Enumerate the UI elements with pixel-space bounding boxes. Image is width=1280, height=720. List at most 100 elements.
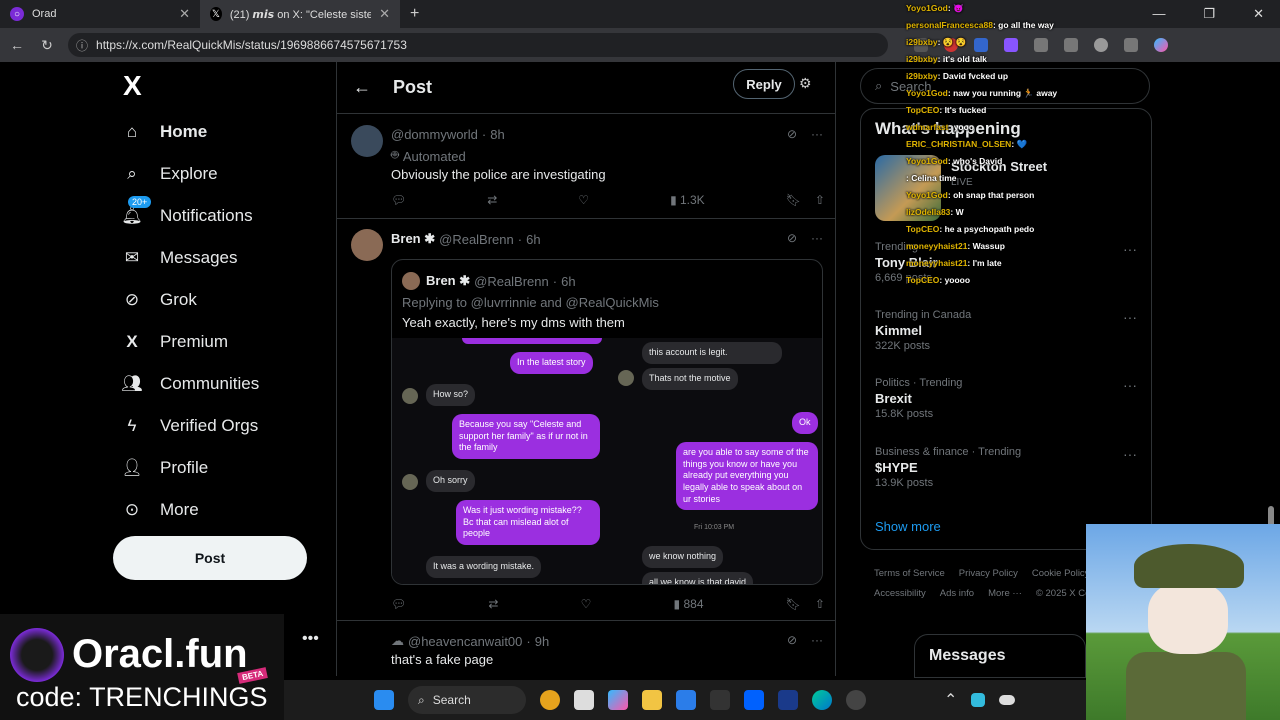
- share-icon[interactable]: ⇧: [815, 597, 825, 611]
- tweet-handle[interactable]: @heavencanwait00: [408, 634, 522, 649]
- retweet-icon[interactable]: ⇄: [488, 597, 498, 611]
- trend-item[interactable]: Politics · Trending Brexit 15.8K posts ·…: [875, 377, 1145, 420]
- tweet-dommyworld[interactable]: @dommyworld · 8h 🤖︎ Automated Obviously …: [337, 115, 835, 219]
- close-tab-icon[interactable]: ✕: [179, 6, 190, 22]
- file-explorer-icon[interactable]: [642, 690, 662, 710]
- copilot-icon[interactable]: [1154, 38, 1168, 52]
- tray-chevron-icon[interactable]: ⌃: [944, 690, 957, 710]
- url-field[interactable]: ⓘ https://x.com/RealQuickMis/status/1969…: [68, 33, 888, 57]
- more-options-icon[interactable]: ···: [811, 127, 823, 141]
- quote-text: Yeah exactly, here's my dms with them: [402, 315, 625, 330]
- footer-link[interactable]: More ···: [988, 584, 1022, 604]
- streamer-webcam-avatar: [1086, 524, 1280, 720]
- site-info-icon[interactable]: ⓘ: [76, 37, 88, 54]
- messages-drawer[interactable]: Messages: [914, 634, 1086, 678]
- tab-x-post[interactable]: 𝕏 (21) 𝙢𝙞𝙨 on X: "Celeste sister spe ✕: [200, 0, 400, 28]
- store-icon[interactable]: [676, 690, 696, 710]
- maximize-icon[interactable]: ❐: [1203, 6, 1215, 22]
- nav-grok[interactable]: ⊘ Grok: [120, 288, 197, 312]
- nav-explore[interactable]: ⌕ Explore: [120, 162, 217, 186]
- menu-dots-icon[interactable]: [1124, 38, 1138, 52]
- grok-explain-icon[interactable]: ⊘: [787, 633, 797, 647]
- tweet-time[interactable]: 6h: [526, 232, 540, 247]
- tweet-time[interactable]: 9h: [535, 634, 549, 649]
- onedrive-icon[interactable]: [999, 695, 1016, 705]
- account-menu-dots-icon[interactable]: •••: [302, 630, 319, 648]
- footer-link[interactable]: Privacy Policy: [959, 564, 1018, 584]
- footer-link[interactable]: Ads info: [940, 584, 974, 604]
- trend-item[interactable]: Business & finance · Trending $HYPE 13.9…: [875, 446, 1145, 489]
- edge-icon[interactable]: [812, 690, 832, 710]
- nav-more[interactable]: ⊙ More: [120, 498, 199, 522]
- retweet-icon[interactable]: ⇄: [487, 193, 497, 207]
- chat-line: moneyyhaist21: I'm late: [906, 258, 1002, 268]
- avatar[interactable]: [351, 125, 383, 157]
- tab-orad[interactable]: ○ Orad ✕: [0, 0, 200, 28]
- reply-icon[interactable]: 💬︎: [391, 193, 406, 207]
- share-icon[interactable]: ⇧: [815, 193, 825, 207]
- tray-app-icon[interactable]: [971, 693, 986, 707]
- nav-label: Communities: [160, 374, 260, 393]
- amazon-icon[interactable]: [710, 690, 730, 710]
- footer-link[interactable]: Cookie Policy: [1032, 564, 1090, 584]
- close-tab-icon[interactable]: ✕: [379, 6, 390, 22]
- more-options-icon[interactable]: ···: [811, 231, 823, 245]
- views-stat[interactable]: ▮ 1.3K: [670, 193, 705, 207]
- tweet-time[interactable]: 8h: [490, 127, 504, 142]
- tweet-handle[interactable]: @dommyworld: [391, 127, 478, 142]
- nav-home[interactable]: ⌂ Home: [120, 120, 207, 144]
- more-options-icon[interactable]: ···: [811, 633, 823, 647]
- footer-link[interactable]: Accessibility: [874, 584, 926, 604]
- dm-bubble: [462, 338, 602, 344]
- taskbar-search[interactable]: ⌕ Search: [408, 686, 526, 714]
- trend-more-icon[interactable]: ···: [1123, 309, 1137, 325]
- tweet-handle[interactable]: @RealBrenn: [439, 232, 514, 247]
- nav-messages[interactable]: ✉ Messages: [120, 246, 238, 270]
- sliders-icon[interactable]: ⚙: [799, 75, 812, 92]
- post-button[interactable]: Post: [113, 536, 307, 580]
- reply-icon[interactable]: 💬︎: [391, 597, 406, 611]
- nav-profile[interactable]: 👤︎ Profile: [120, 456, 208, 480]
- tweet-author[interactable]: Bren ✱: [391, 231, 435, 247]
- show-more-link[interactable]: Show more: [875, 519, 941, 534]
- bookmark-icon[interactable]: 🔖︎: [786, 597, 801, 611]
- close-window-icon[interactable]: ✕: [1253, 6, 1264, 22]
- grok-explain-icon[interactable]: ⊘: [787, 231, 797, 245]
- avatar[interactable]: [351, 229, 383, 261]
- trend-more-icon[interactable]: ···: [1123, 241, 1137, 257]
- windows-start-icon[interactable]: [374, 690, 394, 710]
- reply-button[interactable]: Reply: [733, 69, 795, 99]
- footer-link[interactable]: Terms of Service: [874, 564, 945, 584]
- trend-more-icon[interactable]: ···: [1123, 446, 1137, 462]
- quoted-tweet[interactable]: Bren ✱ @RealBrenn · 6h Replying to @luvr…: [391, 259, 823, 585]
- trend-item[interactable]: Trending in Canada Kimmel 322K posts ···: [875, 309, 1145, 352]
- avatar: [402, 272, 420, 290]
- x-logo-icon[interactable]: X: [123, 70, 142, 102]
- nav-notifications[interactable]: 🔔︎ 20+ Notifications: [120, 196, 253, 228]
- main-column: ← Post Reply ⚙ @dommyworld · 8h 🤖︎ Autom…: [336, 62, 836, 676]
- back-arrow-icon[interactable]: ←: [353, 77, 383, 98]
- nav-premium[interactable]: X Premium: [120, 330, 228, 354]
- reload-icon[interactable]: ↻: [38, 37, 56, 54]
- trend-more-icon[interactable]: ···: [1123, 377, 1137, 393]
- b-app-icon[interactable]: [778, 690, 798, 710]
- bookmark-icon[interactable]: 🔖︎: [786, 193, 801, 207]
- widgets-icon[interactable]: [540, 690, 560, 710]
- like-icon[interactable]: ♡: [581, 597, 592, 611]
- minimize-icon[interactable]: —: [1152, 6, 1165, 22]
- nav-communities[interactable]: 👥︎ Communities: [120, 372, 259, 396]
- tweet-realbrenn[interactable]: Bren ✱ @RealBrenn · 6h ⊘ ··· Bren ✱ @Rea…: [337, 219, 835, 621]
- back-icon[interactable]: ←: [8, 37, 26, 53]
- copilot-icon[interactable]: [608, 690, 628, 710]
- nav-verified-orgs[interactable]: ϟ Verified Orgs: [120, 414, 259, 438]
- new-tab-button[interactable]: +: [410, 5, 419, 23]
- like-icon[interactable]: ♡: [578, 193, 589, 207]
- tweet-heavencanwait[interactable]: ☁ @heavencanwait00 · 9h that's a fake pa…: [337, 621, 835, 676]
- views-stat[interactable]: ▮ 884: [674, 597, 704, 611]
- task-view-icon[interactable]: [574, 690, 594, 710]
- page-scrollbar[interactable]: [1266, 124, 1276, 584]
- nav-label: Messages: [160, 248, 238, 267]
- app-icon[interactable]: [846, 690, 866, 710]
- grok-explain-icon[interactable]: ⊘: [787, 127, 797, 141]
- dropbox-icon[interactable]: [744, 690, 764, 710]
